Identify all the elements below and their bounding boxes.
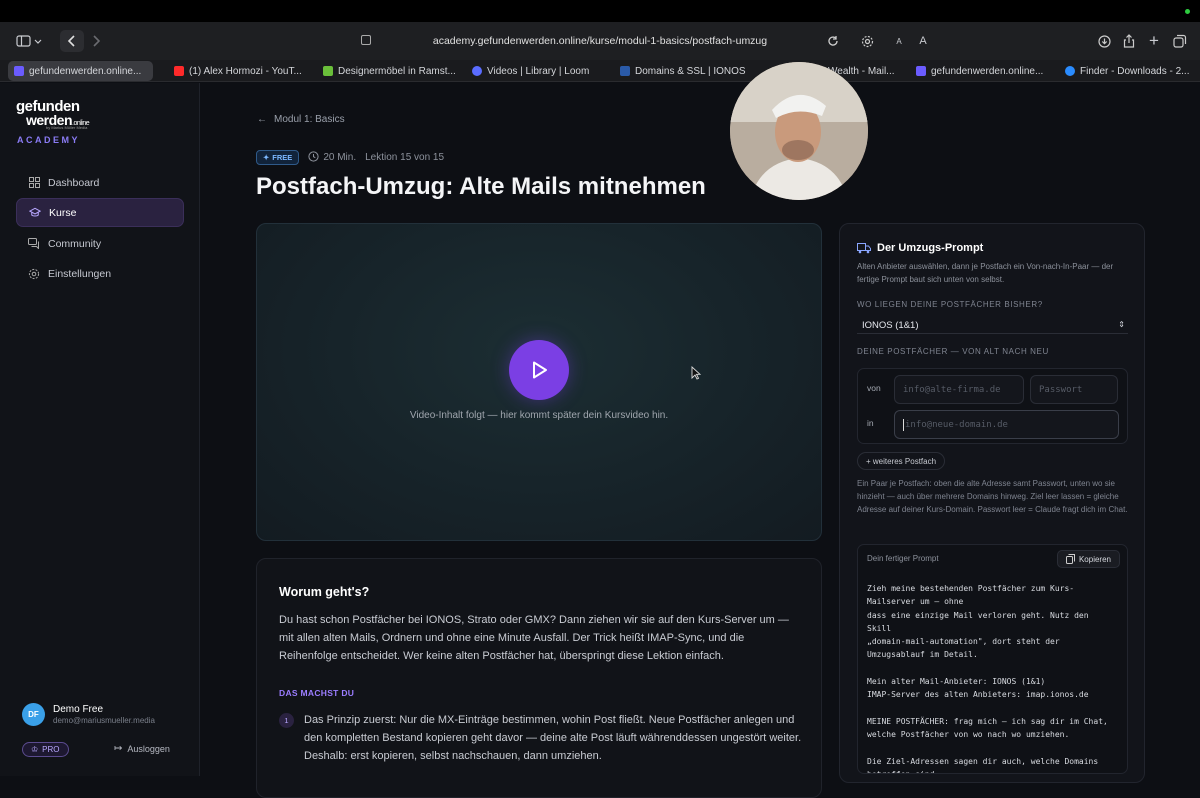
new-tab-icon[interactable]: + xyxy=(1146,30,1162,52)
gear-icon xyxy=(28,268,40,280)
loom-icon xyxy=(472,66,482,76)
copy-icon xyxy=(1065,554,1075,564)
free-badge: ✦ FREE xyxy=(256,150,300,165)
panel-description: Alten Anbieter auswählen, dann je Postfa… xyxy=(857,262,1114,284)
logo-byline: by Marius Müller Media xyxy=(46,125,88,130)
tab-item[interactable]: (1) Alex Hormozi - YouT... xyxy=(168,61,308,81)
forward-arrow-icon[interactable] xyxy=(86,30,106,52)
breadcrumb[interactable]: ← Modul 1: Basics xyxy=(257,114,345,125)
pro-badge[interactable]: ♔ PRO xyxy=(22,742,69,757)
to-email-input[interactable]: info@neue-domain.de xyxy=(894,410,1119,439)
user-email: demo@mariusmueller.media xyxy=(53,716,155,725)
sidebar-item-einstellungen[interactable]: Einstellungen xyxy=(16,259,184,288)
graduation-cap-icon xyxy=(29,207,41,219)
favicon-icon xyxy=(14,66,24,76)
sidebar-item-community[interactable]: Community xyxy=(16,229,184,258)
tab-item[interactable]: gefundenwerden.online... xyxy=(910,61,1050,81)
webcam-overlay xyxy=(730,62,868,200)
page-title: Postfach-Umzug: Alte Mails mitnehmen xyxy=(256,173,706,200)
password-input[interactable]: Passwort xyxy=(1030,375,1118,404)
tab-item[interactable]: gefundenwerden.online... xyxy=(8,61,153,81)
logout-icon: ↦ xyxy=(114,743,123,754)
favicon-icon xyxy=(916,66,926,76)
grid-icon xyxy=(28,177,40,189)
crown-icon: ♔ xyxy=(31,745,39,754)
avatar: DF xyxy=(22,703,45,726)
tab-item[interactable]: Designermöbel in Ramst... xyxy=(317,61,457,81)
provider-select[interactable]: IONOS (1&1) ⇕ xyxy=(857,317,1128,334)
mailbox-pair: von info@alte-firma.de Passwort in info@… xyxy=(857,368,1128,444)
about-heading: Worum geht's? xyxy=(279,585,370,599)
mailboxes-label: DEINE POSTFÄCHER — VON ALT NACH NEU xyxy=(857,347,1049,356)
clock-icon xyxy=(308,150,319,165)
add-mailbox-button[interactable]: + weiteres Postfach xyxy=(857,452,946,470)
ionos-icon xyxy=(620,66,630,76)
step-number: 1 xyxy=(279,713,294,728)
presenter-video xyxy=(730,62,868,200)
reload-icon[interactable] xyxy=(827,35,839,47)
lesson-about-card: Worum geht's? Du hast schon Postfächer b… xyxy=(256,558,822,798)
lesson-duration: 20 Min. xyxy=(323,152,357,163)
tab-bar: gefundenwerden.online... (1) Alex Hormoz… xyxy=(0,60,1200,82)
video-placeholder-text: Video-Inhalt folgt — hier kommt später d… xyxy=(409,410,669,421)
address-bar[interactable]: academy.gefundenwerden.online/kurse/modu… xyxy=(355,29,845,53)
status-dot xyxy=(1185,9,1190,14)
favicon-icon xyxy=(323,66,333,76)
logout-button[interactable]: ↦ Ausloggen xyxy=(114,743,170,754)
prompt-output: Dein fertiger Prompt Kopieren Zieh meine… xyxy=(857,544,1128,774)
tab-item[interactable]: Domains & SSL | IONOS xyxy=(614,61,754,81)
share-icon[interactable] xyxy=(1121,30,1137,52)
back-arrow-icon[interactable] xyxy=(60,30,84,52)
video-player[interactable]: Video-Inhalt folgt — hier kommt später d… xyxy=(256,223,822,541)
academy-label: ACADEMY xyxy=(17,135,81,145)
provider-label: WO LIEGEN DEINE POSTFÄCHER BISHER? xyxy=(857,300,1043,309)
finder-icon xyxy=(1065,66,1075,76)
about-text: Du hast schon Postfächer bei IONOS, Stra… xyxy=(279,614,789,662)
download-icon[interactable] xyxy=(1096,30,1112,52)
play-button[interactable] xyxy=(509,340,569,400)
todo-heading: DAS MACHST DU xyxy=(279,688,355,698)
user-name: Demo Free xyxy=(53,704,104,715)
tab-item[interactable]: Finder - Downloads - 2... xyxy=(1059,61,1199,81)
mailbox-hint: Ein Paar je Postfach: oben die alte Adre… xyxy=(857,479,1128,514)
sidebar-item-kurse[interactable]: Kurse xyxy=(16,198,184,227)
lesson-meta: ✦ FREE 20 Min. Lektion 15 von 15 xyxy=(256,150,444,165)
site-settings-icon[interactable] xyxy=(361,35,371,45)
system-bar xyxy=(0,0,1200,22)
url-text: academy.gefundenwerden.online/kurse/modu… xyxy=(432,35,768,47)
prompt-text: Zieh meine bestehenden Postfächer zum Ku… xyxy=(867,584,1108,773)
mouse-cursor-icon xyxy=(691,366,701,380)
from-email-input[interactable]: info@alte-firma.de xyxy=(894,375,1024,404)
main-content: ← Modul 1: Basics ✦ FREE 20 Min. Lektion … xyxy=(201,83,1200,798)
step-text: Das Prinzip zuerst: Nur die MX-Einträge … xyxy=(304,714,802,762)
play-icon xyxy=(533,361,547,379)
logo[interactable]: gefunden xyxy=(16,99,80,114)
sidebar-item-dashboard[interactable]: Dashboard xyxy=(16,168,184,197)
prompt-heading: Dein fertiger Prompt xyxy=(867,554,939,563)
arrow-left-icon: ← xyxy=(257,114,267,125)
sidebar: gefunden werden.online by Marius Müller … xyxy=(0,83,200,776)
youtube-icon xyxy=(174,66,184,76)
migration-prompt-panel: Der Umzugs-Prompt Alten Anbieter auswähl… xyxy=(839,223,1145,783)
from-label: von xyxy=(867,383,881,393)
gear-icon[interactable] xyxy=(858,30,876,52)
tab-item[interactable]: Videos | Library | Loom xyxy=(466,61,606,81)
tab-overview-icon[interactable] xyxy=(1171,30,1189,52)
sparkle-icon: ✦ xyxy=(263,153,270,162)
chat-icon xyxy=(28,238,40,250)
text-smaller-button[interactable]: A xyxy=(893,30,905,52)
lesson-progress: Lektion 15 von 15 xyxy=(365,152,445,163)
text-larger-button[interactable]: A xyxy=(916,30,930,52)
browser-toolbar: academy.gefundenwerden.online/kurse/modu… xyxy=(0,22,1200,60)
to-label: in xyxy=(867,418,874,428)
chevron-updown-icon: ⇕ xyxy=(1118,320,1125,329)
sidebar-toggle-icon[interactable] xyxy=(12,30,46,52)
panel-title: Der Umzugs-Prompt xyxy=(857,242,983,254)
copy-button[interactable]: Kopieren xyxy=(1056,550,1120,568)
truck-icon xyxy=(857,242,871,253)
